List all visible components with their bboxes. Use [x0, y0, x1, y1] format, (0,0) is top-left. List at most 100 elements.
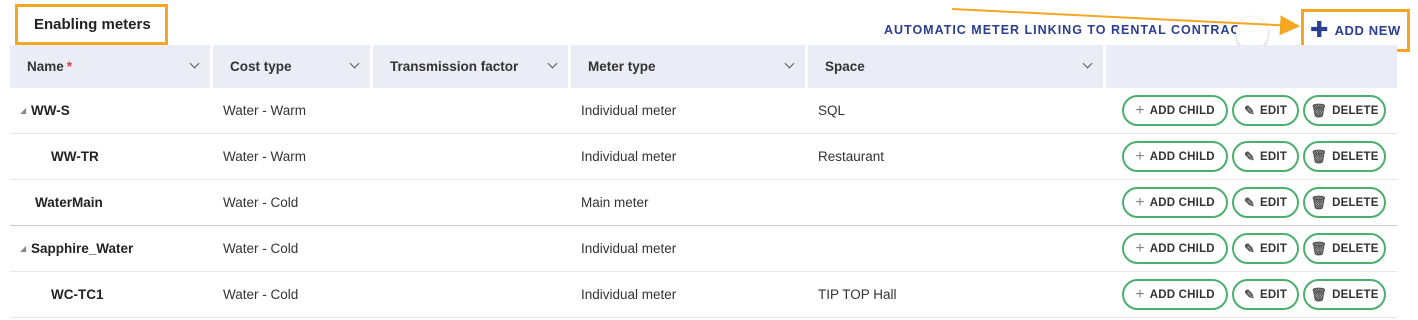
column-header-name[interactable]: Name *: [10, 45, 213, 88]
table-header: Name * Cost type Transmission factor Met…: [10, 45, 1397, 88]
delete-button[interactable]: 🗑 DELETE: [1303, 141, 1386, 172]
meter-name-cell: WaterMain: [10, 180, 213, 225]
delete-label: DELETE: [1332, 242, 1379, 255]
row-actions: + ADD CHILD ✎ EDIT 🗑 DELETE: [1106, 226, 1397, 271]
transmission-factor-cell: [373, 180, 571, 225]
add-child-label: ADD CHILD: [1149, 104, 1215, 117]
column-header-space[interactable]: Space: [808, 45, 1106, 88]
space-cell: [808, 226, 1106, 271]
meter-name: WC-TC1: [51, 287, 104, 302]
add-new-label: ADD NEW: [1334, 23, 1401, 38]
page-title-text: Enabling meters: [34, 16, 151, 33]
meter-name-cell: ◢ Sapphire_Water: [10, 226, 213, 271]
meter-name: Sapphire_Water: [31, 241, 134, 256]
column-header-actions: [1106, 45, 1397, 88]
trash-icon: 🗑: [1310, 195, 1328, 210]
meter-type-cell: Individual meter: [581, 241, 677, 256]
plus-icon: +: [1135, 285, 1145, 303]
table-row[interactable]: WC-TC1 Water - Cold Individual meter TIP…: [10, 272, 1397, 318]
column-header-meter-type[interactable]: Meter type: [571, 45, 808, 88]
row-actions: + ADD CHILD ✎ EDIT 🗑 DELETE: [1106, 88, 1397, 133]
add-child-button[interactable]: + ADD CHILD: [1122, 187, 1228, 218]
table-row[interactable]: ◢ WW-S Water - Warm Individual meter SQL…: [10, 88, 1397, 134]
meter-type-cell: Individual meter: [581, 149, 677, 164]
meter-name-cell: ◢ WW-S: [10, 88, 213, 133]
chevron-down-icon[interactable]: [189, 58, 200, 69]
column-label-transmission-factor: Transmission factor: [390, 59, 519, 74]
meter-type-cell: Main meter: [581, 195, 649, 210]
delete-button[interactable]: 🗑 DELETE: [1303, 187, 1386, 218]
transmission-factor-cell: [373, 226, 571, 271]
add-child-label: ADD CHILD: [1149, 196, 1215, 209]
column-label-space: Space: [825, 59, 865, 74]
row-actions: + ADD CHILD ✎ EDIT 🗑 DELETE: [1106, 134, 1397, 179]
pencil-icon: ✎: [1243, 241, 1256, 256]
delete-button[interactable]: 🗑 DELETE: [1303, 279, 1386, 310]
cost-type-cell: Water - Cold: [223, 241, 299, 256]
chevron-down-icon[interactable]: [1082, 58, 1093, 69]
edit-button[interactable]: ✎ EDIT: [1232, 141, 1299, 172]
transmission-factor-cell: [373, 272, 571, 317]
trash-icon: 🗑: [1310, 241, 1328, 256]
cost-type-cell: Water - Warm: [223, 103, 306, 118]
delete-label: DELETE: [1332, 288, 1379, 301]
trash-icon: 🗑: [1310, 103, 1328, 118]
edit-button[interactable]: ✎ EDIT: [1232, 187, 1299, 218]
meters-page: Enabling meters AUTOMATIC METER LINKING …: [0, 0, 1418, 320]
edit-label: EDIT: [1260, 288, 1288, 301]
add-child-button[interactable]: + ADD CHILD: [1122, 95, 1228, 126]
add-child-button[interactable]: + ADD CHILD: [1122, 233, 1228, 264]
cost-type-cell: Water - Cold: [223, 287, 299, 302]
delete-button[interactable]: 🗑 DELETE: [1303, 233, 1386, 264]
edit-button[interactable]: ✎ EDIT: [1232, 233, 1299, 264]
column-header-cost-type[interactable]: Cost type: [213, 45, 373, 88]
collapse-triangle-icon[interactable]: ◢: [20, 244, 31, 253]
row-actions: + ADD CHILD ✎ EDIT 🗑 DELETE: [1106, 180, 1397, 225]
pencil-icon: ✎: [1243, 149, 1256, 164]
meter-name-cell: WC-TC1: [10, 272, 213, 317]
column-label-meter-type: Meter type: [588, 59, 656, 74]
edit-button[interactable]: ✎ EDIT: [1232, 279, 1299, 310]
space-cell: Restaurant: [818, 149, 885, 164]
add-child-button[interactable]: + ADD CHILD: [1122, 141, 1228, 172]
column-label-name: Name: [27, 59, 64, 74]
pencil-icon: ✎: [1243, 103, 1256, 118]
edit-button[interactable]: ✎ EDIT: [1232, 95, 1299, 126]
meter-name: WW-S: [31, 103, 70, 118]
edit-label: EDIT: [1260, 104, 1288, 117]
table-row[interactable]: WaterMain Water - Cold Main meter + ADD C…: [10, 180, 1397, 226]
cost-type-cell: Water - Cold: [223, 195, 299, 210]
meter-name: WaterMain: [35, 195, 103, 210]
table-row[interactable]: WW-TR Water - Warm Individual meter Rest…: [10, 134, 1397, 180]
meter-name: WW-TR: [51, 149, 99, 164]
delete-label: DELETE: [1332, 196, 1379, 209]
add-child-button[interactable]: + ADD CHILD: [1122, 279, 1228, 310]
collapse-triangle-icon[interactable]: ◢: [20, 106, 31, 115]
table-row[interactable]: ◢ Sapphire_Water Water - Cold Individual…: [10, 226, 1397, 272]
delete-label: DELETE: [1332, 150, 1379, 163]
meter-type-cell: Individual meter: [581, 103, 677, 118]
plus-icon: +: [1135, 239, 1145, 257]
required-marker: *: [66, 59, 73, 74]
plus-icon: +: [1135, 101, 1145, 119]
space-cell: TIP TOP Hall: [818, 287, 897, 302]
auto-meter-linking-label: AUTOMATIC METER LINKING TO RENTAL CONTRA…: [884, 23, 1259, 37]
chevron-down-icon[interactable]: [784, 58, 795, 69]
chevron-down-icon[interactable]: [349, 58, 360, 69]
edit-label: EDIT: [1260, 150, 1288, 163]
column-label-cost-type: Cost type: [230, 59, 292, 74]
trash-icon: 🗑: [1310, 149, 1328, 164]
edit-label: EDIT: [1260, 242, 1288, 255]
chevron-down-icon[interactable]: [547, 58, 558, 69]
plus-icon: +: [1135, 147, 1145, 165]
plus-icon: +: [1135, 193, 1145, 211]
delete-button[interactable]: 🗑 DELETE: [1303, 95, 1386, 126]
add-child-label: ADD CHILD: [1149, 288, 1215, 301]
edit-label: EDIT: [1260, 196, 1288, 209]
plus-icon: ✚: [1310, 16, 1329, 42]
pencil-icon: ✎: [1243, 287, 1256, 302]
trash-icon: 🗑: [1310, 287, 1328, 302]
meter-type-cell: Individual meter: [581, 287, 677, 302]
column-header-transmission-factor[interactable]: Transmission factor: [373, 45, 571, 88]
transmission-factor-cell: [373, 88, 571, 133]
